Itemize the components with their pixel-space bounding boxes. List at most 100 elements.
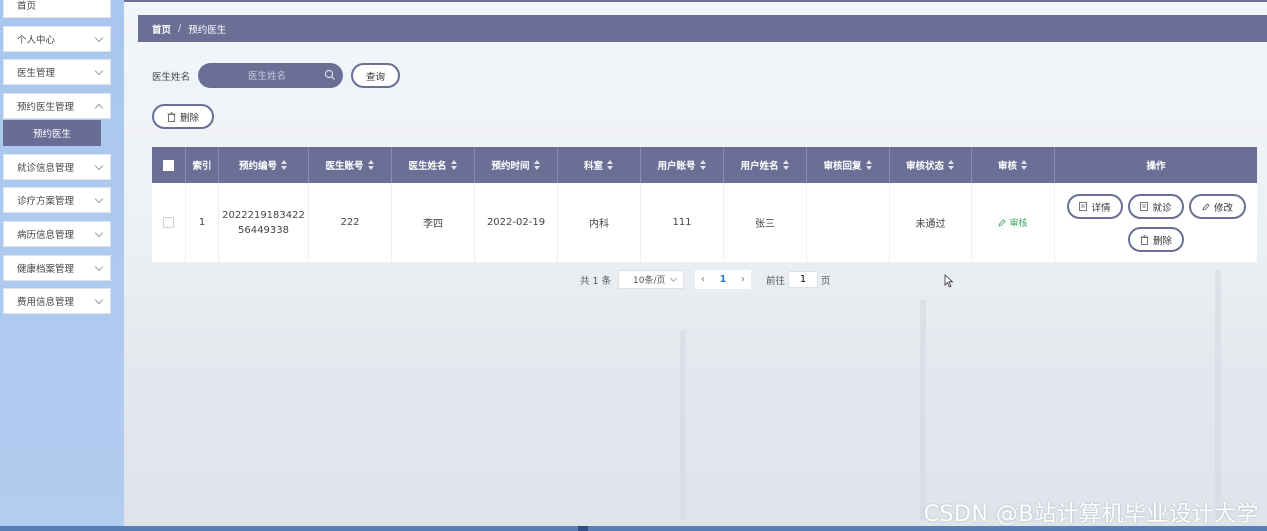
sidebar-item-health-archive[interactable]: 健康档案管理 [3,255,111,281]
edit-icon [1202,202,1210,211]
mouse-cursor-icon [944,274,954,288]
prev-page-icon[interactable]: ‹ [701,274,705,285]
query-button[interactable]: 查询 [351,63,400,88]
breadcrumb-home[interactable]: 首页 [152,22,171,36]
column-header-appointment-no[interactable]: 预约编号 [219,147,309,183]
sidebar-item-label: 诊疗方案管理 [17,196,75,207]
pagination-total: 共 1 条 [580,276,612,287]
chevron-down-icon [94,194,104,204]
edit-icon [998,218,1007,227]
cell-user-name: 张三 [724,183,807,263]
cell-review-reply [807,183,890,263]
sort-icon [450,160,458,170]
sidebar-item-fee-info[interactable]: 费用信息管理 [3,288,111,314]
row-checkbox[interactable] [163,217,174,228]
sidebar-item-label: 个人中心 [17,35,56,46]
chevron-down-icon [94,262,104,272]
goto-page-input[interactable] [788,271,818,288]
background-decoration [920,300,926,520]
column-header-label: 预约编号 [238,161,277,172]
page-size-select[interactable]: 10条/页 [618,270,684,289]
sidebar-item-label: 医生管理 [17,68,56,79]
column-header-label: 审核状态 [905,161,944,172]
edit-button-label: 修改 [1213,202,1233,214]
background-decoration [680,330,686,520]
sidebar-item-doctor-management[interactable]: 医生管理 [3,59,111,85]
chevron-down-icon [94,66,104,76]
select-all-checkbox[interactable] [163,159,174,171]
visit-button-label: 就诊 [1152,202,1172,214]
row-select-cell [152,183,186,263]
chevron-down-icon [94,295,104,305]
sidebar-item-visit-info[interactable]: 就诊信息管理 [3,154,111,180]
trash-icon [167,111,176,122]
scrollbar-thumb[interactable] [578,526,588,531]
chevron-down-icon [669,274,678,283]
search-icon [324,69,335,80]
trash-icon [1140,234,1149,245]
column-header-label: 医生账号 [325,161,364,172]
current-page[interactable]: 1 [720,274,727,285]
sidebar-subitem-appointment-doctor[interactable]: 预约医生 [3,120,101,146]
audit-link[interactable]: 审核 [998,216,1028,229]
sidebar-item-appointment-management[interactable]: 预约医生管理 [3,93,111,119]
sort-icon [281,160,288,170]
sort-icon [367,160,375,170]
delete-button-label: 删除 [1152,235,1172,247]
sidebar-item-label: 费用信息管理 [17,297,75,308]
column-header-label: 医生姓名 [408,161,447,172]
column-header-actions: 操作 [1055,147,1257,183]
goto-label: 前往 [766,276,786,287]
pagination-nav: ‹ 1 › [695,270,751,289]
table-header: 索引 预约编号 医生账号 医生姓名 预约时间 科室 用户账号 用户姓名 审核回复… [152,147,1257,183]
sidebar-item-label: 就诊信息管理 [17,163,75,174]
page-suffix: 页 [821,276,831,287]
sort-icon [1021,160,1028,170]
column-header-audit[interactable]: 审核 [972,147,1055,183]
column-header-review-reply[interactable]: 审核回复 [807,147,890,183]
visit-button[interactable]: 就诊 [1128,194,1184,219]
delete-button[interactable]: 删除 [1128,227,1184,252]
column-header-department[interactable]: 科室 [558,147,641,183]
top-border [0,0,1267,2]
column-header-user-name[interactable]: 用户姓名 [724,147,807,183]
sidebar-item-label: 健康档案管理 [17,264,75,275]
page-size-value: 10条/页 [633,276,666,286]
column-header-user-account[interactable]: 用户账号 [641,147,724,183]
detail-button-label: 详情 [1091,202,1111,214]
sidebar-item-home[interactable]: 首页 [3,0,111,18]
chevron-down-icon [94,161,104,171]
sidebar-item-personal-center[interactable]: 个人中心 [3,26,111,52]
batch-delete-label: 删除 [179,112,199,124]
edit-button[interactable]: 修改 [1189,194,1246,219]
column-header-label: 审核回复 [823,161,862,172]
column-header-label: 科室 [583,161,603,172]
column-header-review-status[interactable]: 审核状态 [890,147,972,183]
sort-icon [699,160,707,170]
query-button-label: 查询 [365,71,385,83]
column-header-label: 审核 [997,161,1017,172]
column-header-doctor-account[interactable]: 医生账号 [309,147,392,183]
sidebar-item-label: 病历信息管理 [17,230,75,241]
sort-icon [782,160,790,170]
sidebar-item-treatment-plan[interactable]: 诊疗方案管理 [3,187,111,213]
next-page-icon[interactable]: › [741,274,745,285]
batch-delete-button[interactable]: 删除 [152,104,214,129]
cell-index: 1 [186,183,219,263]
detail-button[interactable]: 详情 [1067,194,1123,219]
doctor-name-search-input[interactable] [208,67,326,86]
sidebar-item-medical-record[interactable]: 病历信息管理 [3,221,111,247]
search-box [198,63,343,88]
document-icon [1140,202,1149,211]
column-header-doctor-name[interactable]: 医生姓名 [392,147,475,183]
column-header-appointment-time[interactable]: 预约时间 [475,147,558,183]
cell-review-status: 未通过 [890,183,972,263]
breadcrumb: 首页 / 预约医生 [138,15,1267,42]
sidebar-subitem-label: 预约医生 [32,129,71,140]
watermark: CSDN @B站计算机毕业设计大学 [923,502,1259,527]
audit-link-label: 审核 [1009,219,1028,229]
column-header-label: 用户姓名 [740,161,779,172]
sidebar-item-label: 首页 [17,1,37,12]
chevron-down-icon [94,103,104,113]
horizontal-scrollbar[interactable] [0,526,1267,531]
